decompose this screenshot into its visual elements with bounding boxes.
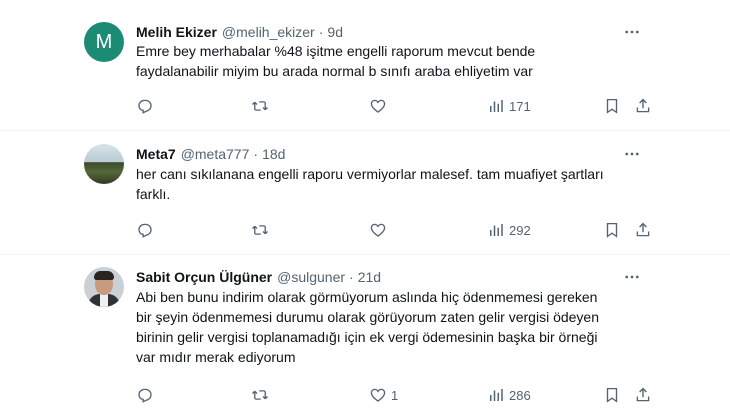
reply-tweet[interactable]: Sabit Orçun Ülgüner @sulguner · 21d Abi … xyxy=(0,255,730,420)
more-options-button[interactable] xyxy=(622,22,642,42)
reply-button[interactable] xyxy=(136,385,158,405)
like-button[interactable] xyxy=(369,220,391,240)
views-icon xyxy=(490,389,503,401)
views-count: 292 xyxy=(509,222,531,238)
bookmark-button[interactable] xyxy=(603,385,621,405)
retweet-icon xyxy=(252,390,268,400)
tweet-text: her canı sıkılanana engelli raporu vermi… xyxy=(136,164,656,204)
bookmark-button[interactable] xyxy=(603,220,621,240)
tweet-text-line: Abi ben bunu indirim olarak görmüyorum a… xyxy=(136,289,598,305)
views-icon xyxy=(490,100,503,112)
author-name[interactable]: Melih Ekizer xyxy=(136,24,217,40)
avatar-letter: M xyxy=(95,30,113,53)
views-button[interactable]: 292 xyxy=(487,220,531,240)
tweet-text: Abi ben bunu indirim olarak görmüyorum a… xyxy=(136,287,656,367)
avatar[interactable]: M xyxy=(84,22,124,62)
tweet-text-line: var mıdır merak ediyorum xyxy=(136,349,296,365)
retweet-button[interactable] xyxy=(251,385,273,405)
heart-icon xyxy=(370,99,386,113)
author-handle[interactable]: @sulguner xyxy=(277,269,345,285)
tweet-text-line: Emre bey merhabalar %48 işitme engelli r… xyxy=(136,43,536,59)
bookmark-icon xyxy=(606,387,618,403)
timestamp[interactable]: 18d xyxy=(262,146,285,162)
action-bar: 292 xyxy=(0,220,730,240)
more-options-button[interactable] xyxy=(622,267,642,287)
reply-tweet[interactable]: M Melih Ekizer @melih_ekizer · 9d Emre b… xyxy=(0,0,730,131)
views-icon xyxy=(490,224,503,236)
like-button[interactable]: 1 xyxy=(369,385,398,405)
author-handle[interactable]: @meta777 xyxy=(181,146,250,162)
tweet-text: Emre bey merhabalar %48 işitme engelli r… xyxy=(136,41,656,81)
tweet-text-line: her canı sıkılanana engelli raporu vermi… xyxy=(136,166,604,182)
share-icon xyxy=(636,387,650,402)
bookmark-button[interactable] xyxy=(603,96,621,116)
reply-icon xyxy=(138,388,152,403)
author-name[interactable]: Meta7 xyxy=(136,146,176,162)
share-button[interactable] xyxy=(634,220,652,240)
tweet-text-line: bir şeyin ödenmemesi durumu olarak görüy… xyxy=(136,309,600,325)
views-count: 171 xyxy=(509,98,531,114)
share-icon xyxy=(636,98,650,113)
avatar[interactable] xyxy=(84,267,124,307)
separator-dot: · xyxy=(253,146,259,162)
more-icon xyxy=(625,275,639,279)
reply-icon xyxy=(138,223,152,238)
heart-icon xyxy=(370,223,386,237)
reply-icon xyxy=(138,99,152,114)
landscape-photo-icon xyxy=(84,144,124,184)
views-count: 286 xyxy=(509,387,531,403)
tweet-header: Melih Ekizer @melih_ekizer · 9d xyxy=(136,22,343,42)
like-button[interactable] xyxy=(369,96,391,116)
author-handle[interactable]: @melih_ekizer xyxy=(222,24,315,40)
bookmark-icon xyxy=(606,222,618,238)
heart-icon xyxy=(370,388,386,402)
like-count: 1 xyxy=(391,387,399,403)
more-icon xyxy=(625,152,639,156)
more-icon xyxy=(625,30,639,34)
reply-button[interactable] xyxy=(136,220,158,240)
bookmark-icon xyxy=(606,98,618,114)
share-button[interactable] xyxy=(634,96,652,116)
retweet-icon xyxy=(252,225,268,235)
share-icon xyxy=(636,222,650,237)
reply-button[interactable] xyxy=(136,96,158,116)
retweet-icon xyxy=(252,101,268,111)
more-options-button[interactable] xyxy=(622,144,642,164)
action-bar: 171 xyxy=(0,96,730,116)
timestamp[interactable]: 21d xyxy=(358,269,381,285)
retweet-button[interactable] xyxy=(251,96,273,116)
author-name[interactable]: Sabit Orçun Ülgüner xyxy=(136,269,272,285)
tweet-text-line: farklı. xyxy=(136,186,171,202)
share-button[interactable] xyxy=(634,385,652,405)
views-button[interactable]: 171 xyxy=(487,96,531,116)
retweet-button[interactable] xyxy=(251,220,273,240)
timestamp[interactable]: 9d xyxy=(327,24,343,40)
portrait-photo-icon xyxy=(84,267,124,307)
tweet-header: Sabit Orçun Ülgüner @sulguner · 21d xyxy=(136,267,381,287)
views-button[interactable]: 286 xyxy=(487,385,531,405)
tweet-text-line: faydalanabilir miyim bu arada normal b s… xyxy=(136,63,533,79)
tweet-text-line: birinin gelir vergisi toplanamadığı için… xyxy=(136,329,598,345)
separator-dot: · xyxy=(349,269,354,285)
reply-tweet[interactable]: Meta7 @meta777 · 18d her canı sıkılanana… xyxy=(0,131,730,255)
separator-dot: · xyxy=(318,24,324,40)
action-bar: 1 286 xyxy=(0,385,730,405)
avatar[interactable] xyxy=(84,144,124,184)
tweet-header: Meta7 @meta777 · 18d xyxy=(136,144,285,164)
reply-feed: M Melih Ekizer @melih_ekizer · 9d Emre b… xyxy=(0,0,730,420)
